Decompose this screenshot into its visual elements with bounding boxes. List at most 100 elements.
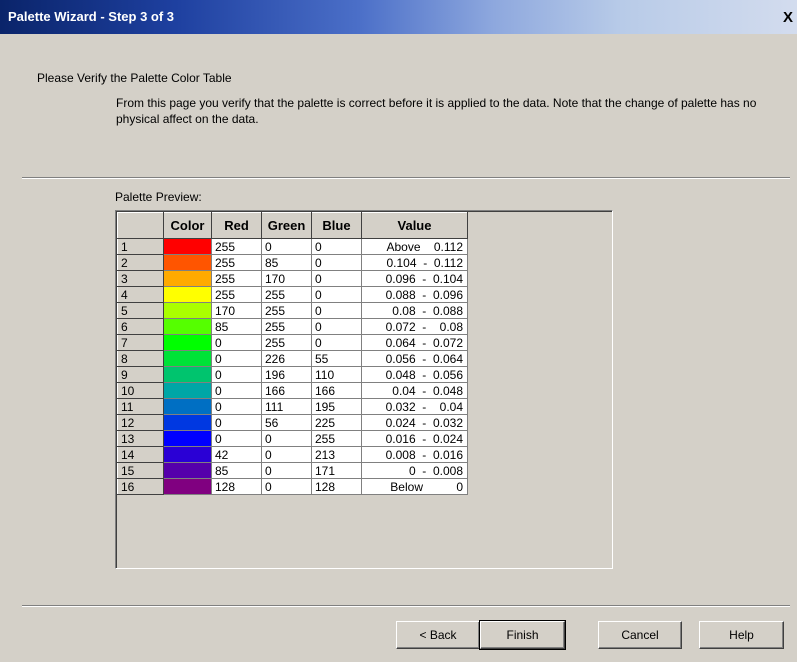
finish-button[interactable]: Finish (479, 620, 566, 650)
green-value: 255 (261, 334, 312, 351)
column-header-blue[interactable]: Blue (311, 212, 362, 239)
range-value: 0.096 - 0.104 (361, 270, 468, 287)
red-value: 0 (211, 414, 262, 431)
red-value: 170 (211, 302, 262, 319)
range-value: Above 0.112 (361, 238, 468, 255)
palette-row[interactable]: 2 255 85 0 0.104 - 0.112 (117, 254, 468, 271)
range-value: 0.016 - 0.024 (361, 430, 468, 447)
green-value: 255 (261, 286, 312, 303)
color-swatch (163, 350, 212, 367)
palette-row[interactable]: 10 0 166 166 0.04 - 0.048 (117, 382, 468, 399)
range-value: 0.008 - 0.016 (361, 446, 468, 463)
row-index: 9 (117, 366, 164, 383)
red-value: 42 (211, 446, 262, 463)
row-index: 7 (117, 334, 164, 351)
color-swatch (163, 334, 212, 351)
green-value: 0 (261, 238, 312, 255)
bottom-divider (22, 605, 790, 607)
red-value: 255 (211, 238, 262, 255)
green-value: 255 (261, 318, 312, 335)
color-swatch (163, 366, 212, 383)
palette-row[interactable]: 8 0 226 55 0.056 - 0.064 (117, 350, 468, 367)
color-swatch (163, 238, 212, 255)
palette-row[interactable]: 1 255 0 0 Above 0.112 (117, 238, 468, 255)
row-index: 14 (117, 446, 164, 463)
column-header-value[interactable]: Value (361, 212, 468, 239)
range-value: 0.024 - 0.032 (361, 414, 468, 431)
column-header-index[interactable] (117, 212, 164, 239)
palette-row[interactable]: 16 128 0 128 Below 0 (117, 478, 468, 495)
palette-table-frame: Color Red Green Blue Value 1 255 0 0 Above 0… (115, 210, 613, 569)
palette-row[interactable]: 13 0 0 255 0.016 - 0.024 (117, 430, 468, 447)
row-index: 2 (117, 254, 164, 271)
window-title: Palette Wizard - Step 3 of 3 (8, 9, 175, 24)
red-value: 255 (211, 270, 262, 287)
red-value: 0 (211, 350, 262, 367)
green-value: 0 (261, 446, 312, 463)
blue-value: 213 (311, 446, 362, 463)
range-value: 0.048 - 0.056 (361, 366, 468, 383)
green-value: 166 (261, 382, 312, 399)
red-value: 85 (211, 318, 262, 335)
range-value: 0.104 - 0.112 (361, 254, 468, 271)
cancel-button[interactable]: Cancel (598, 621, 682, 649)
close-icon[interactable]: X (782, 10, 794, 25)
row-index: 16 (117, 478, 164, 495)
row-index: 8 (117, 350, 164, 367)
top-divider (22, 177, 790, 179)
column-header-green[interactable]: Green (261, 212, 312, 239)
palette-row[interactable]: 5 170 255 0 0.08 - 0.088 (117, 302, 468, 319)
blue-value: 255 (311, 430, 362, 447)
red-value: 0 (211, 334, 262, 351)
row-index: 3 (117, 270, 164, 287)
palette-row[interactable]: 11 0 111 195 0.032 - 0.04 (117, 398, 468, 415)
green-value: 85 (261, 254, 312, 271)
green-value: 0 (261, 478, 312, 495)
row-index: 12 (117, 414, 164, 431)
blue-value: 166 (311, 382, 362, 399)
palette-row[interactable]: 12 0 56 225 0.024 - 0.032 (117, 414, 468, 431)
blue-value: 128 (311, 478, 362, 495)
palette-row[interactable]: 6 85 255 0 0.072 - 0.08 (117, 318, 468, 335)
color-swatch (163, 270, 212, 287)
green-value: 0 (261, 430, 312, 447)
palette-row[interactable]: 15 85 0 171 0 - 0.008 (117, 462, 468, 479)
color-swatch (163, 430, 212, 447)
red-value: 85 (211, 462, 262, 479)
blue-value: 0 (311, 270, 362, 287)
row-index: 13 (117, 430, 164, 447)
help-button[interactable]: Help (699, 621, 784, 649)
color-swatch (163, 254, 212, 271)
blue-value: 0 (311, 238, 362, 255)
green-value: 196 (261, 366, 312, 383)
palette-row[interactable]: 4 255 255 0 0.088 - 0.096 (117, 286, 468, 303)
red-value: 0 (211, 430, 262, 447)
row-index: 1 (117, 238, 164, 255)
red-value: 0 (211, 398, 262, 415)
row-index: 6 (117, 318, 164, 335)
palette-table-header: Color Red Green Blue Value (117, 212, 468, 239)
range-value: 0.056 - 0.064 (361, 350, 468, 367)
blue-value: 0 (311, 254, 362, 271)
column-header-color[interactable]: Color (163, 212, 212, 239)
palette-row[interactable]: 14 42 0 213 0.008 - 0.016 (117, 446, 468, 463)
color-swatch (163, 398, 212, 415)
palette-row[interactable]: 9 0 196 110 0.048 - 0.056 (117, 366, 468, 383)
color-swatch (163, 446, 212, 463)
range-value: 0.04 - 0.048 (361, 382, 468, 399)
back-button[interactable]: < Back (396, 621, 480, 649)
column-header-red[interactable]: Red (211, 212, 262, 239)
blue-value: 0 (311, 334, 362, 351)
color-swatch (163, 478, 212, 495)
red-value: 0 (211, 366, 262, 383)
green-value: 255 (261, 302, 312, 319)
blue-value: 0 (311, 318, 362, 335)
red-value: 255 (211, 286, 262, 303)
color-swatch (163, 462, 212, 479)
range-value: 0 - 0.008 (361, 462, 468, 479)
palette-row[interactable]: 3 255 170 0 0.096 - 0.104 (117, 270, 468, 287)
color-swatch (163, 302, 212, 319)
palette-table-container: Color Red Green Blue Value 1 255 0 0 Above 0… (116, 211, 612, 568)
blue-value: 171 (311, 462, 362, 479)
palette-row[interactable]: 7 0 255 0 0.064 - 0.072 (117, 334, 468, 351)
